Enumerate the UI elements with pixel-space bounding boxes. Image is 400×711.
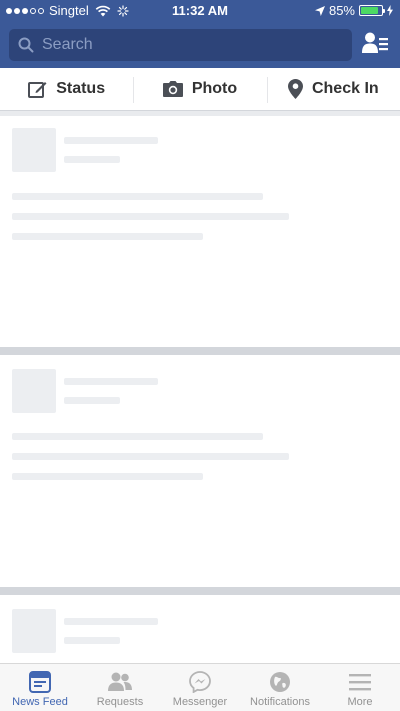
status-right: 85%	[314, 3, 393, 18]
tab-messenger[interactable]: Messenger	[160, 664, 240, 711]
tab-notifications[interactable]: Notifications	[240, 664, 320, 711]
bottom-tab-bar: News Feed Requests Messenger Notificatio…	[0, 663, 400, 711]
tab-requests[interactable]: Requests	[80, 664, 160, 711]
feed-divider	[0, 111, 400, 116]
avatar-placeholder	[12, 128, 56, 172]
search-icon	[18, 37, 34, 53]
text-line-placeholder	[12, 473, 203, 480]
photo-label: Photo	[191, 80, 238, 97]
check-in-button[interactable]: Check In	[266, 68, 400, 110]
search-input[interactable]: Search	[42, 36, 93, 54]
timestamp-placeholder	[64, 156, 120, 163]
timestamp-placeholder	[64, 397, 120, 404]
news-feed[interactable]	[0, 111, 400, 663]
feed-story-placeholder	[0, 111, 400, 347]
camera-icon	[162, 81, 183, 97]
status-bar: Singtel 11:32 AM 85%	[0, 0, 400, 22]
tab-label: More	[347, 696, 373, 708]
tab-label: Messenger	[172, 696, 228, 708]
avatar-placeholder	[12, 609, 56, 653]
tab-more[interactable]: More	[320, 664, 400, 711]
name-placeholder	[64, 618, 158, 625]
news-feed-icon	[29, 671, 51, 693]
tab-label: Notifications	[250, 696, 310, 708]
friend-list-icon[interactable]	[362, 31, 388, 55]
search-bar[interactable]: Search	[9, 29, 352, 61]
friend-requests-icon	[108, 672, 132, 691]
name-placeholder	[64, 378, 158, 385]
text-line-placeholder	[12, 233, 203, 240]
status-button[interactable]: Status	[0, 68, 133, 110]
text-line-placeholder	[12, 193, 263, 200]
location-arrow-icon	[314, 5, 325, 16]
charging-bolt-icon	[387, 5, 393, 16]
status-label: Status	[56, 80, 106, 97]
name-placeholder	[64, 137, 158, 144]
battery-icon	[359, 5, 385, 16]
avatar-placeholder	[12, 369, 56, 413]
composer-bar: Status Photo Check In	[0, 68, 400, 111]
top-nav-bar: Search	[0, 22, 400, 68]
photo-button[interactable]: Photo	[133, 68, 266, 110]
text-line-placeholder	[12, 433, 263, 440]
text-line-placeholder	[12, 213, 289, 220]
text-line-placeholder	[12, 453, 289, 460]
feed-story-placeholder	[0, 595, 400, 663]
menu-icon	[349, 674, 371, 691]
location-pin-icon	[287, 79, 303, 99]
battery-level-fill	[361, 7, 378, 14]
globe-icon	[270, 672, 290, 692]
edit-icon	[28, 81, 47, 98]
tab-news-feed[interactable]: News Feed	[0, 664, 80, 711]
tab-label: News Feed	[12, 696, 68, 708]
messenger-icon	[189, 671, 211, 693]
feed-story-placeholder	[0, 355, 400, 587]
tab-label: Requests	[96, 696, 144, 708]
timestamp-placeholder	[64, 637, 120, 644]
battery-percentage: 85%	[328, 3, 355, 18]
check-in-label: Check In	[311, 80, 379, 97]
